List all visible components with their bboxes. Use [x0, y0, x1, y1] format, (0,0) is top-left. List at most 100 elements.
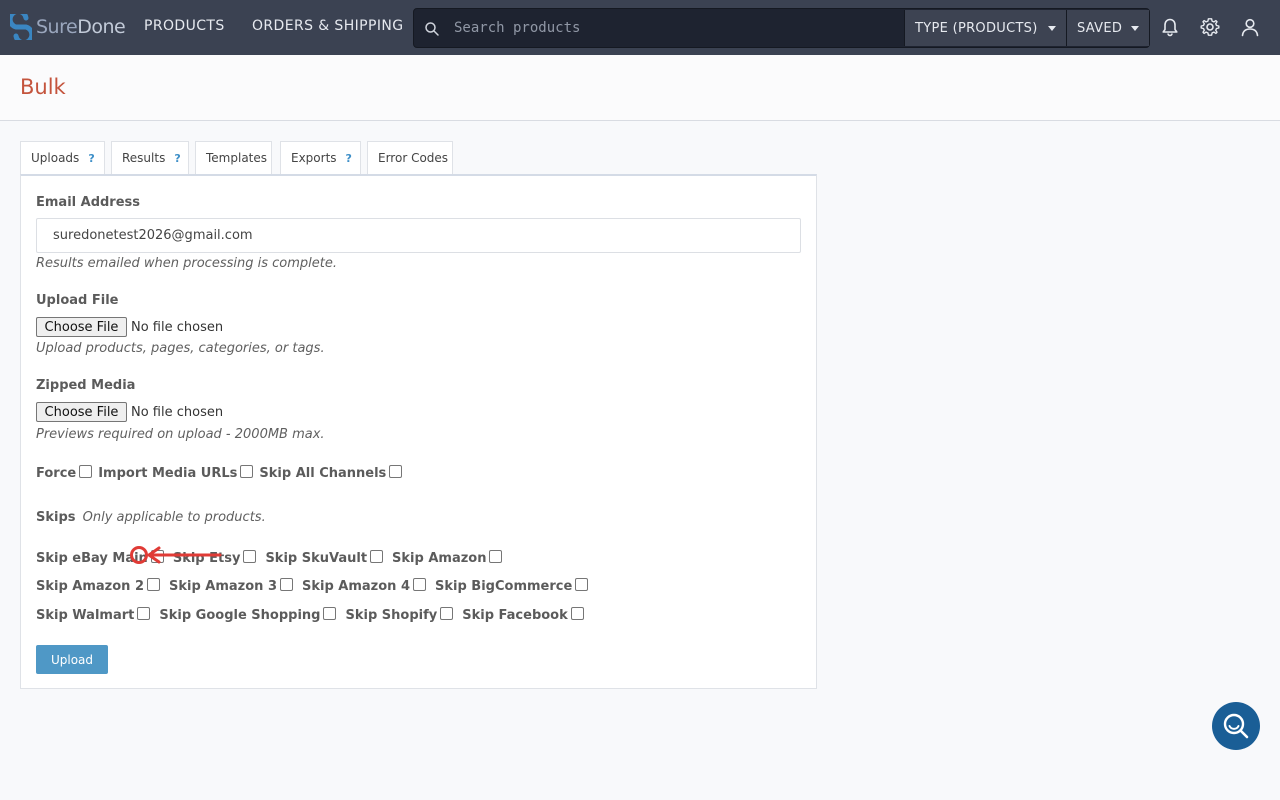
options-row: Force Import Media URLs Skip All Channel…: [36, 464, 403, 482]
upload-button[interactable]: Upload: [36, 645, 108, 674]
logo-mark-icon: [10, 14, 32, 40]
skip-amazon-2: Skip Amazon 2: [36, 577, 160, 594]
tab-uploads[interactable]: Uploads ?: [20, 141, 105, 174]
upload-file-input: Choose File No file chosen: [36, 317, 223, 337]
skip-walmart: Skip Walmart: [36, 606, 151, 623]
user-icon[interactable]: [1240, 17, 1260, 37]
skips-label: Skips: [36, 510, 76, 525]
tab-templates[interactable]: Templates: [195, 141, 272, 174]
suredone-logo[interactable]: SureDone: [10, 13, 126, 41]
skip-label: Skip Amazon 4: [302, 578, 410, 594]
skip-etsy-checkbox[interactable]: [243, 549, 257, 563]
skip-label: Skip Etsy: [172, 550, 241, 566]
skip-all-channels-checkbox[interactable]: [389, 464, 403, 478]
zipped-media-label: Zipped Media: [36, 378, 136, 393]
skip-etsy: Skip Etsy: [172, 549, 257, 566]
skip-label: Skip Amazon 3: [169, 578, 277, 594]
nav-orders-shipping[interactable]: ORDERS & SHIPPING: [252, 18, 403, 34]
tab-exports[interactable]: Exports ?: [280, 141, 361, 174]
skip-walmart-checkbox[interactable]: [137, 606, 151, 620]
zipped-media-input: Choose File No file chosen: [36, 402, 223, 422]
uploads-panel: Email Address Results emailed when proce…: [20, 174, 817, 689]
skip-amazon: Skip Amazon: [392, 549, 503, 566]
type-dropdown[interactable]: TYPE (PRODUCTS): [904, 10, 1066, 46]
skip-label: Skip BigCommerce: [435, 578, 573, 594]
skips-help-text: Only applicable to products.: [82, 510, 266, 525]
skip-amazon-3-checkbox[interactable]: [280, 577, 293, 591]
top-navbar: SureDone PRODUCTS ORDERS & SHIPPING TYPE…: [0, 0, 1280, 55]
email-help-text: Results emailed when processing is compl…: [36, 256, 337, 271]
email-field[interactable]: [36, 218, 801, 253]
tab-label: Exports: [291, 151, 337, 165]
skip-shopify-checkbox[interactable]: [440, 606, 454, 620]
import-media-urls-checkbox[interactable]: [240, 464, 254, 478]
skip-amazon-4-checkbox[interactable]: [413, 577, 426, 591]
force-label: Force: [36, 465, 77, 481]
tab-results[interactable]: Results ?: [111, 141, 189, 174]
skip-label: Skip Amazon 2: [36, 578, 144, 594]
option-import-media-urls: Import Media URLs: [98, 464, 254, 481]
tab-label: Uploads: [31, 151, 80, 165]
skip-amazon-2-checkbox[interactable]: [147, 577, 160, 591]
skip-all-channels-label: Skip All Channels: [259, 465, 387, 481]
saved-dropdown[interactable]: SAVED: [1066, 10, 1149, 46]
nav-products[interactable]: PRODUCTS: [144, 18, 225, 34]
skip-google-shopping-checkbox[interactable]: [323, 606, 337, 620]
chat-launcher-button[interactable]: [1212, 702, 1260, 750]
skip-amazon-checkbox[interactable]: [489, 549, 503, 563]
tab-label: Results: [122, 151, 166, 165]
help-icon[interactable]: ?: [346, 152, 352, 165]
option-force: Force: [36, 464, 93, 481]
search-input[interactable]: [454, 15, 904, 41]
skip-amazon-4: Skip Amazon 4: [302, 577, 426, 594]
media-status-text: No file chosen: [131, 404, 224, 420]
tab-label: Templates: [206, 151, 268, 165]
skip-row-3: Skip Walmart Skip Google Shopping Skip S…: [36, 606, 593, 624]
choose-media-button[interactable]: Choose File: [36, 402, 127, 422]
help-icon[interactable]: ?: [174, 152, 180, 165]
skip-google-shopping: Skip Google Shopping: [159, 606, 337, 623]
skip-label: Skip Facebook: [462, 607, 568, 623]
tab-error-codes[interactable]: Error Codes: [367, 141, 453, 174]
search-icon: [425, 22, 439, 36]
bell-icon[interactable]: [1160, 17, 1180, 37]
skip-label: Skip Amazon: [392, 550, 487, 566]
skip-label: Skip Shopify: [345, 607, 438, 623]
skip-label: Skip eBay Main: [36, 550, 148, 566]
upload-file-label: Upload File: [36, 293, 119, 308]
skip-shopify: Skip Shopify: [345, 606, 454, 623]
skip-facebook-checkbox[interactable]: [570, 606, 584, 620]
skip-skuvault: Skip SkuVault: [265, 549, 384, 566]
skip-row-2: Skip Amazon 2 Skip Amazon 3 Skip Amazon …: [36, 577, 597, 595]
saved-dropdown-label: SAVED: [1077, 20, 1123, 36]
chat-search-icon: [1223, 713, 1249, 739]
skip-label: Skip Google Shopping: [159, 607, 321, 623]
upload-file-help-text: Upload products, pages, categories, or t…: [36, 341, 325, 356]
type-dropdown-label: TYPE (PRODUCTS): [915, 20, 1038, 36]
skip-amazon-3: Skip Amazon 3: [169, 577, 293, 594]
skip-row-1: Skip eBay Main Skip Etsy Skip SkuVault S…: [36, 549, 511, 567]
email-label: Email Address: [36, 195, 141, 210]
skip-label: Skip SkuVault: [265, 550, 368, 566]
page-title: Bulk: [20, 75, 66, 99]
choose-file-button[interactable]: Choose File: [36, 317, 127, 337]
file-status-text: No file chosen: [131, 319, 224, 335]
skip-skuvault-checkbox[interactable]: [370, 549, 384, 563]
help-icon[interactable]: ?: [88, 152, 94, 165]
skip-label: Skip Walmart: [36, 607, 135, 623]
skip-bigcommerce: Skip BigCommerce: [435, 577, 589, 594]
tab-label: Error Codes: [378, 151, 449, 165]
caret-down-icon: [1048, 26, 1056, 31]
caret-down-icon: [1131, 26, 1139, 31]
gear-icon[interactable]: [1200, 17, 1220, 37]
force-checkbox[interactable]: [79, 464, 93, 478]
skip-facebook: Skip Facebook: [462, 606, 584, 623]
skip-ebay-main: Skip eBay Main: [36, 549, 164, 566]
import-media-urls-label: Import Media URLs: [98, 465, 238, 481]
skip-bigcommerce-checkbox[interactable]: [575, 577, 589, 591]
skips-heading: Skips Only applicable to products.: [36, 506, 266, 525]
zipped-media-help-text: Previews required on upload - 2000MB max…: [36, 427, 325, 442]
skip-ebay-main-checkbox[interactable]: [150, 549, 164, 563]
logo-wordmark: SureDone: [36, 16, 126, 38]
search-bar: TYPE (PRODUCTS) SAVED: [413, 8, 1150, 48]
